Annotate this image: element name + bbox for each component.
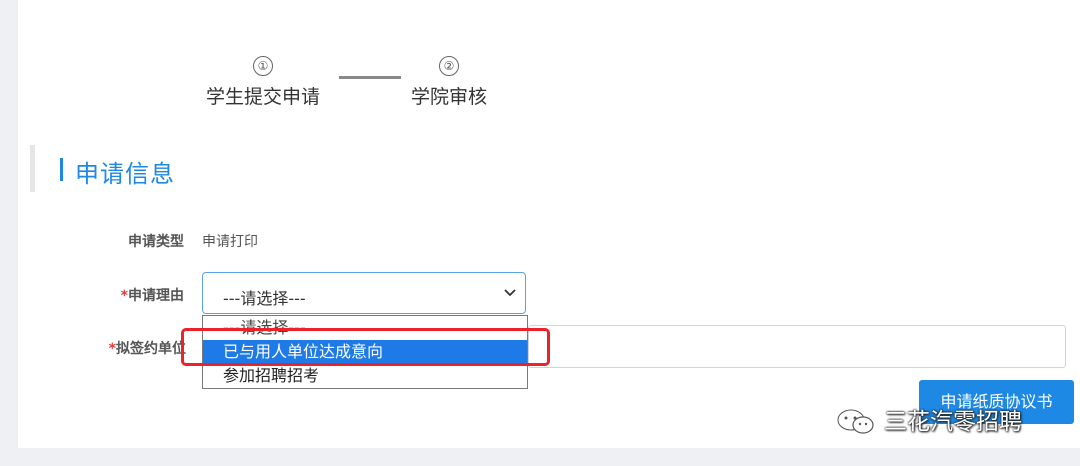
required-mark: * — [120, 288, 128, 304]
signing-unit-label: *拟签约单位 — [80, 338, 186, 358]
step-number: ① — [253, 56, 273, 76]
step-submit: ① 学生提交申请 — [193, 56, 333, 109]
reason-select-value: ---请选择--- — [223, 289, 306, 308]
required-mark: * — [108, 341, 116, 357]
chevron-down-icon — [504, 289, 516, 297]
application-reason-label: *申请理由 — [90, 285, 184, 305]
reason-label-text: 申请理由 — [128, 288, 184, 304]
watermark-text: 三花汽零招聘 — [884, 409, 1022, 435]
section-title: 申请信息 — [75, 160, 175, 188]
signing-unit-input[interactable] — [528, 325, 1066, 368]
application-type-label: 申请类型 — [128, 234, 184, 250]
step-label: 学生提交申请 — [205, 86, 320, 108]
red-highlight-box — [181, 328, 550, 366]
dropdown-option[interactable]: 参加招聘招考 — [203, 364, 527, 388]
section-side-bar — [30, 145, 35, 192]
section-accent-bar — [60, 158, 63, 181]
application-type-value: 申请打印 — [202, 234, 258, 250]
step-label: 学院审核 — [410, 86, 487, 108]
unit-label-text: 拟签约单位 — [116, 341, 186, 357]
step-review: ② 学院审核 — [384, 56, 514, 109]
reason-select[interactable]: ---请选择--- — [202, 272, 526, 314]
wechat-icon — [836, 408, 874, 434]
step-number: ② — [439, 56, 459, 76]
